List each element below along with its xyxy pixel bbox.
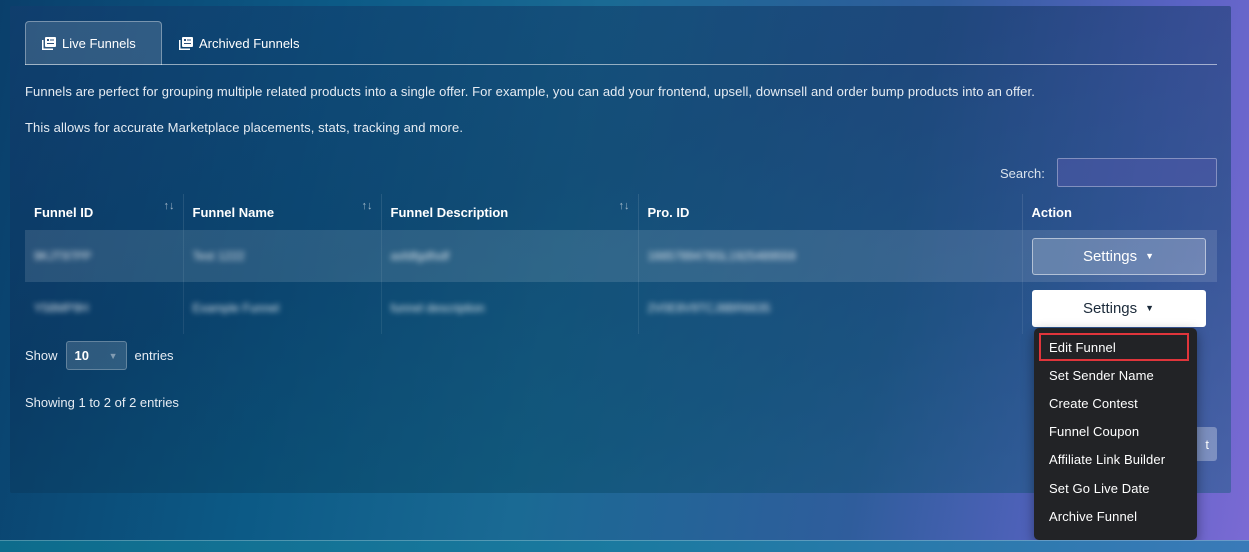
funnel-description-cell: asfdfgdfsdf — [390, 249, 450, 263]
show-label: Show — [25, 348, 58, 363]
pro-id-cell: 1665789478SL1925489559 — [647, 249, 796, 263]
entries-label: entries — [134, 348, 174, 363]
pro-id-cell: 2V0E8V9TCJ8BR6635 — [647, 301, 771, 315]
entries-length-control: Show 10 ▼ entries — [25, 341, 174, 370]
chevron-down-icon: ▼ — [108, 350, 118, 361]
table-row: 9KJT97PP Test 1222 asfdfgdfsdf 166578947… — [25, 230, 1217, 282]
funnels-table: Funnel ID ↑↓ Funnel Name ↑↓ Funnel Descrip… — [25, 194, 1217, 334]
funnel-tabs: Live Funnels Archived Funnels — [25, 21, 1217, 65]
sort-icon[interactable]: ↑↓ — [362, 200, 373, 212]
entries-select-value: 10 — [74, 348, 89, 363]
funnel-list-icon — [42, 37, 56, 50]
sort-icon[interactable]: ↑↓ — [164, 200, 175, 212]
table-info: Showing 1 to 2 of 2 entries — [25, 395, 179, 410]
funnels-description: Funnels are perfect for grouping multipl… — [25, 84, 1035, 99]
funnels-description-secondary: This allows for accurate Marketplace pla… — [25, 120, 464, 135]
table-header-row: Funnel ID ↑↓ Funnel Name ↑↓ Funnel Descrip… — [25, 194, 1217, 230]
column-header-funnel-id[interactable]: Funnel ID ↑↓ — [25, 194, 184, 230]
search-input[interactable] — [1057, 158, 1217, 187]
menu-item-archive-funnel[interactable]: Archive Funnel — [1034, 502, 1197, 530]
menu-item-set-sender-name[interactable]: Set Sender Name — [1034, 361, 1197, 389]
tab-archived-funnels[interactable]: Archived Funnels — [163, 21, 315, 65]
column-header-funnel-name[interactable]: Funnel Name ↑↓ — [183, 194, 382, 230]
sort-icon[interactable]: ↑↓ — [619, 200, 630, 212]
funnel-id-cell: 9KJT97PP — [34, 249, 92, 263]
settings-button-open[interactable]: Settings ▼ — [1031, 289, 1206, 327]
menu-item-edit-funnel[interactable]: Edit Funnel — [1039, 333, 1189, 362]
search-label: Search: — [1000, 166, 1045, 181]
menu-item-affiliate-link-builder[interactable]: Affiliate Link Builder — [1034, 446, 1197, 474]
funnel-description-cell: funnel description — [390, 301, 485, 315]
tab-archived-funnels-label: Archived Funnels — [199, 35, 300, 51]
pagination-next-label: t — [1205, 436, 1209, 452]
caret-down-icon: ▼ — [1145, 251, 1155, 261]
menu-item-create-contest[interactable]: Create Contest — [1034, 389, 1197, 417]
column-header-funnel-description[interactable]: Funnel Description ↑↓ — [381, 194, 639, 230]
tab-live-funnels[interactable]: Live Funnels — [25, 21, 162, 65]
tab-live-funnels-label: Live Funnels — [62, 36, 136, 51]
settings-dropdown-menu: Edit Funnel Set Sender Name Create Conte… — [1034, 328, 1197, 540]
funnel-name-cell: Test 1222 — [192, 249, 245, 263]
settings-button-label: Settings — [1082, 247, 1138, 265]
caret-down-icon: ▼ — [1145, 303, 1155, 313]
column-header-action: Action — [1031, 204, 1072, 220]
table-row: Y58MP9H Example Funnel funnel descriptio… — [25, 282, 1217, 334]
settings-button[interactable]: Settings ▼ — [1031, 237, 1206, 275]
funnel-list-icon — [179, 36, 193, 50]
column-header-pro-id[interactable]: Pro. ID — [638, 194, 1023, 230]
funnel-id-cell: Y58MP9H — [34, 301, 89, 315]
funnel-name-cell: Example Funnel — [192, 301, 280, 315]
bottom-strip — [0, 540, 1249, 552]
entries-select[interactable]: 10 ▼ — [65, 341, 127, 370]
settings-button-label: Settings — [1082, 299, 1138, 317]
menu-item-set-go-live-date[interactable]: Set Go Live Date — [1034, 474, 1197, 502]
menu-item-funnel-coupon[interactable]: Funnel Coupon — [1034, 418, 1197, 446]
